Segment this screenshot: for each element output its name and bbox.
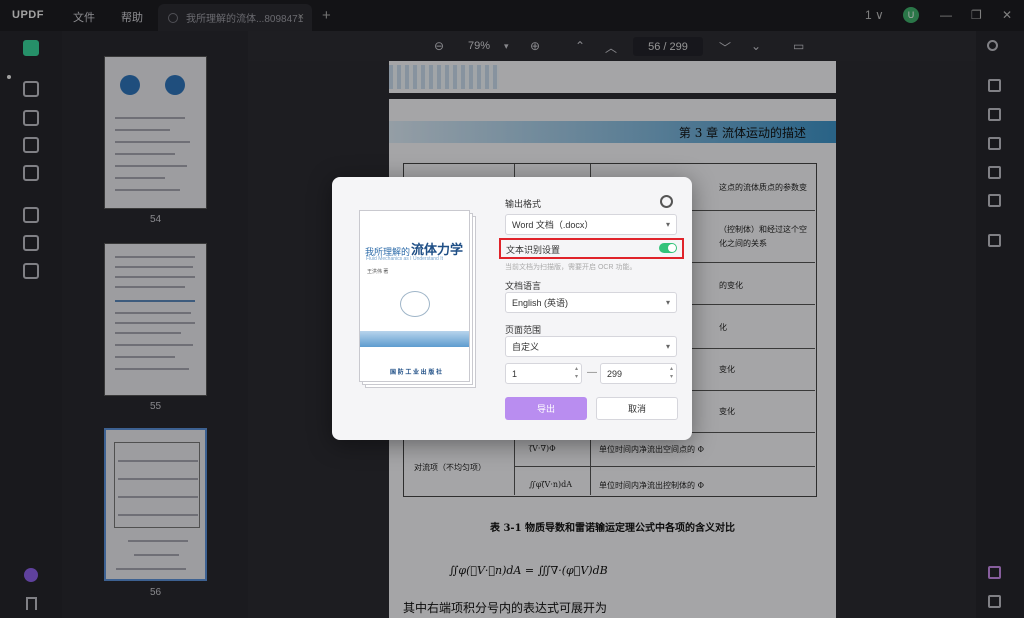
chevron-down-icon: ▾ [665, 220, 670, 229]
stepper-icon[interactable]: ▴ ▾ [670, 365, 673, 381]
book-cover: 我所理解的 流体力学 Fluid Mechanics as I Understa… [359, 210, 470, 382]
ocr-hint: 当前文档为扫描版，需要开启 OCR 功能。 [505, 264, 637, 271]
output-format-select[interactable]: Word 文档（.docx） ▾ [505, 214, 677, 235]
range-end-input[interactable]: 299 ▴ ▾ [600, 363, 677, 384]
ocr-settings-label: 文本识别设置 [506, 245, 561, 255]
document-language-select[interactable]: English (英语) ▾ [505, 292, 677, 313]
page-range-label: 页面范围 [505, 325, 542, 335]
range-start-input[interactable]: 1 ▴ ▾ [505, 363, 582, 384]
chevron-down-icon: ▾ [665, 298, 670, 307]
output-format-label: 输出格式 [505, 199, 542, 209]
ocr-settings-row[interactable]: 文本识别设置 [499, 238, 684, 259]
chevron-down-icon: ▾ [665, 342, 670, 351]
book-cover-preview: 我所理解的 流体力学 Fluid Mechanics as I Understa… [359, 210, 476, 390]
document-language-label: 文档语言 [505, 281, 542, 291]
cancel-button[interactable]: 取消 [596, 397, 678, 420]
cover-subtitle: Fluid Mechanics as I Understand It [366, 256, 443, 262]
stepper-icon[interactable]: ▴ ▾ [575, 365, 578, 381]
ocr-toggle[interactable] [659, 243, 677, 253]
export-button[interactable]: 导出 [505, 397, 587, 420]
gear-icon[interactable] [660, 195, 673, 208]
cover-author: 王洪伟 著 [367, 269, 389, 275]
range-separator: — [587, 367, 597, 378]
export-dialog: 我所理解的 流体力学 Fluid Mechanics as I Understa… [332, 177, 692, 440]
page-range-select[interactable]: 自定义 ▾ [505, 336, 677, 357]
cover-publisher: 国 防 工 业 出 版 社 [390, 370, 443, 376]
